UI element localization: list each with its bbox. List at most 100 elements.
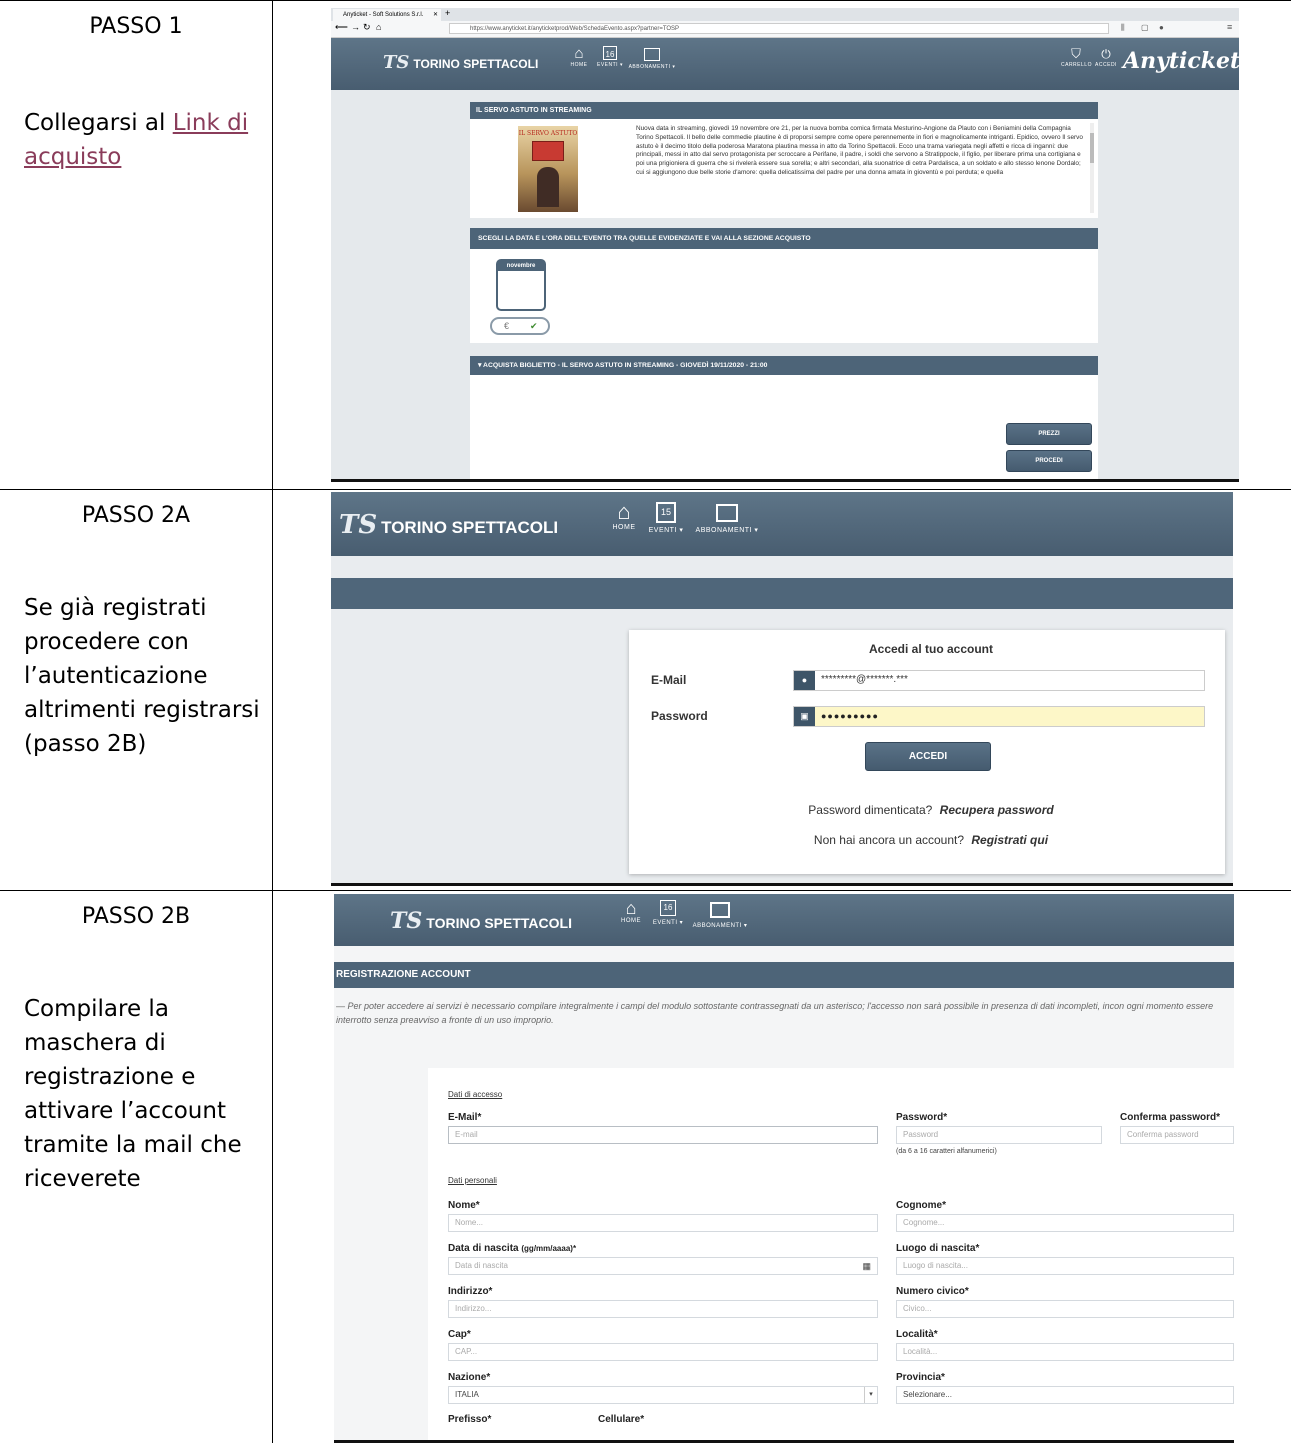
nav-abbonamenti-label: ABBONAMENTI ▾ xyxy=(628,64,676,70)
scrollbar-thumb[interactable] xyxy=(1090,133,1094,163)
nav-home[interactable]: ⌂ HOME xyxy=(618,898,644,924)
forward-icon[interactable]: → xyxy=(351,22,360,32)
step-label: PASSO 2B xyxy=(81,904,191,929)
cognome-label: Cognome* xyxy=(896,1200,946,1211)
screenshot-bottom-border xyxy=(331,479,1239,482)
step-description: Compilare la maschera di registrazione e… xyxy=(24,996,242,1192)
back-icon[interactable]: ⟵ xyxy=(335,22,348,33)
recover-password-link[interactable]: Recupera password xyxy=(940,803,1054,817)
luogo-field[interactable]: Luogo di nascita... xyxy=(896,1257,1234,1275)
cart-icon: ⛉ xyxy=(1071,46,1081,61)
site-logo[interactable]: TS TORINO SPETTACOLI xyxy=(339,510,558,540)
sidebar-icon[interactable]: ▢ xyxy=(1141,23,1149,32)
proceed-button[interactable]: PROCEDI xyxy=(1006,450,1092,472)
provincia-select[interactable]: Selezionare... xyxy=(896,1386,1234,1404)
registration-header: REGISTRAZIONE ACCOUNT xyxy=(334,962,1234,988)
nascita-field[interactable]: Data di nascita ▦ xyxy=(448,1257,878,1275)
home-icon[interactable]: ⌂ xyxy=(376,22,381,32)
email-value: *********@*******.*** xyxy=(821,674,908,685)
password-label: Password xyxy=(651,709,708,723)
provincia-label: Provincia* xyxy=(896,1372,945,1383)
forgot-password-text: Password dimenticata? xyxy=(808,803,933,817)
close-icon[interactable]: ✕ xyxy=(433,9,438,21)
site-logo[interactable]: TS TORINO SPETTACOLI xyxy=(390,908,572,934)
nav-login[interactable]: ⏻ ACCEDI xyxy=(1093,46,1119,68)
browser-tab[interactable]: Anyticket - Soft Solutions S.r.l. ✕ xyxy=(333,9,441,21)
screenshot-bottom-border xyxy=(331,883,1233,886)
login-button[interactable]: ACCEDI xyxy=(865,742,991,771)
login-title: Accedi al tuo account xyxy=(868,642,994,656)
email-placeholder: E-mail xyxy=(455,1130,478,1139)
chevron-down-icon: ▾ xyxy=(864,1387,877,1403)
url-text: https://www.anyticket.it/anyticketprod/W… xyxy=(470,26,680,32)
cellulare-label: Cellulare* xyxy=(598,1414,645,1425)
step-row-2b: PASSO 2B Compilare la maschera di regist… xyxy=(0,890,1291,1443)
nav-home-label: HOME xyxy=(570,62,588,68)
password-field[interactable]: Password xyxy=(896,1126,1102,1144)
reload-icon[interactable]: ↻ xyxy=(363,22,371,33)
nav-eventi-label: EVENTI ▾ xyxy=(597,62,623,68)
poster-calendar-image xyxy=(532,141,564,161)
nav-home[interactable]: ⌂ HOME xyxy=(565,45,593,69)
civico-field[interactable]: Civico... xyxy=(896,1300,1234,1318)
extension-icon[interactable]: ● xyxy=(1159,23,1164,32)
date-time-slot[interactable]: € ✔ xyxy=(490,317,550,335)
localita-field[interactable]: Località... xyxy=(896,1343,1234,1361)
confirm-password-field[interactable]: Conferma password xyxy=(1120,1126,1234,1144)
date-card-november[interactable]: novembre xyxy=(496,259,546,311)
poster-title: IL SERVO ASTUTO xyxy=(518,130,578,137)
calendar-icon: 16 xyxy=(660,900,676,916)
nome-field[interactable]: Nome... xyxy=(448,1214,878,1232)
nav-cart[interactable]: ⛉ CARRELLO xyxy=(1061,46,1091,68)
prefisso-label: Prefisso* xyxy=(448,1414,492,1425)
prices-button[interactable]: PREZZI xyxy=(1006,423,1092,445)
page-title-bar xyxy=(331,578,1233,609)
nav-abbonamenti[interactable]: ABBONAMENTI ▾ xyxy=(627,46,677,70)
screenshot-login-page: TS TORINO SPETTACOLI ⌂ HOME 15 EVENTI ▾ A… xyxy=(331,492,1233,886)
step-row-2a: PASSO 2A Se già registrati procedere con… xyxy=(0,489,1291,890)
nav-abbonamenti[interactable]: ABBONAMENTI ▾ xyxy=(688,898,752,929)
euro-icon: € xyxy=(504,321,510,331)
civico-placeholder: Civico... xyxy=(903,1304,932,1313)
buy-ticket-header: ▾ ACQUISTA BIGLIETTO - IL SERVO ASTUTO I… xyxy=(470,356,1098,375)
localita-label: Località* xyxy=(896,1329,938,1340)
email-field[interactable]: E-mail xyxy=(448,1126,878,1144)
brand-text: Anyticket xyxy=(1123,48,1239,74)
lock-icon: ▣ xyxy=(794,707,815,726)
no-account-text: Non hai ancora un account? xyxy=(813,833,965,847)
nascita-placeholder: Data di nascita xyxy=(455,1261,508,1270)
date-selection-header: SCEGLI LA DATA E L'ORA DELL'EVENTO TRA Q… xyxy=(470,228,1098,249)
nav-eventi-label: EVENTI ▾ xyxy=(652,920,684,926)
library-icon[interactable]: ⫼ xyxy=(1121,23,1125,33)
description-scrollbar[interactable] xyxy=(1090,123,1094,213)
cognome-field[interactable]: Cognome... xyxy=(896,1214,1234,1232)
step-description: Se già registrati procedere con l’autent… xyxy=(24,595,260,757)
calendar-icon[interactable]: ▦ xyxy=(862,1258,871,1274)
nascita-label: Data di nascita (gg/mm/aaaa)* xyxy=(448,1243,576,1254)
nazione-select[interactable]: ITALIA ▾ xyxy=(448,1386,878,1404)
menu-icon[interactable]: ≡ xyxy=(1227,22,1232,32)
step-row-1: PASSO 1 Collegarsi al Link di acquisto A… xyxy=(0,0,1291,489)
nav-eventi[interactable]: 16 EVENTI ▾ xyxy=(648,898,688,926)
address-bar[interactable]: https://www.anyticket.it/anyticketprod/W… xyxy=(449,23,1109,34)
nav-eventi[interactable]: 16 EVENTI ▾ xyxy=(593,46,627,68)
register-link[interactable]: Registrati qui xyxy=(971,833,1048,847)
home-icon: ⌂ xyxy=(574,45,584,62)
indirizzo-field[interactable]: Indirizzo... xyxy=(448,1300,878,1318)
email-field[interactable]: ● *********@*******.*** xyxy=(793,670,1205,691)
password-field[interactable]: ▣ ●●●●●●●●● xyxy=(793,706,1205,727)
nome-placeholder: Nome... xyxy=(455,1218,484,1227)
nav-home-label: HOME xyxy=(612,524,636,531)
anyticket-logo: Anyticket xyxy=(1123,48,1239,74)
site-logo[interactable]: TS TORINO SPETTACOLI xyxy=(383,52,538,73)
new-tab-icon[interactable]: + xyxy=(445,8,450,18)
nav-eventi[interactable]: 15 EVENTI ▾ xyxy=(643,500,689,534)
nav-abbonamenti[interactable]: ABBONAMENTI ▾ xyxy=(691,500,763,534)
home-icon: ⌂ xyxy=(617,499,631,524)
nav-home[interactable]: ⌂ HOME xyxy=(609,499,639,532)
logo-mark: TS xyxy=(339,510,378,540)
confirm-password-placeholder: Conferma password xyxy=(1127,1130,1199,1139)
cap-field[interactable]: CAP... xyxy=(448,1343,878,1361)
browser-toolbar: ⟵ → ↻ ⌂ https://www.anyticket.it/anytick… xyxy=(331,21,1239,38)
registration-form: Dati di accesso E-Mail* E-mail Password*… xyxy=(428,1068,1234,1443)
